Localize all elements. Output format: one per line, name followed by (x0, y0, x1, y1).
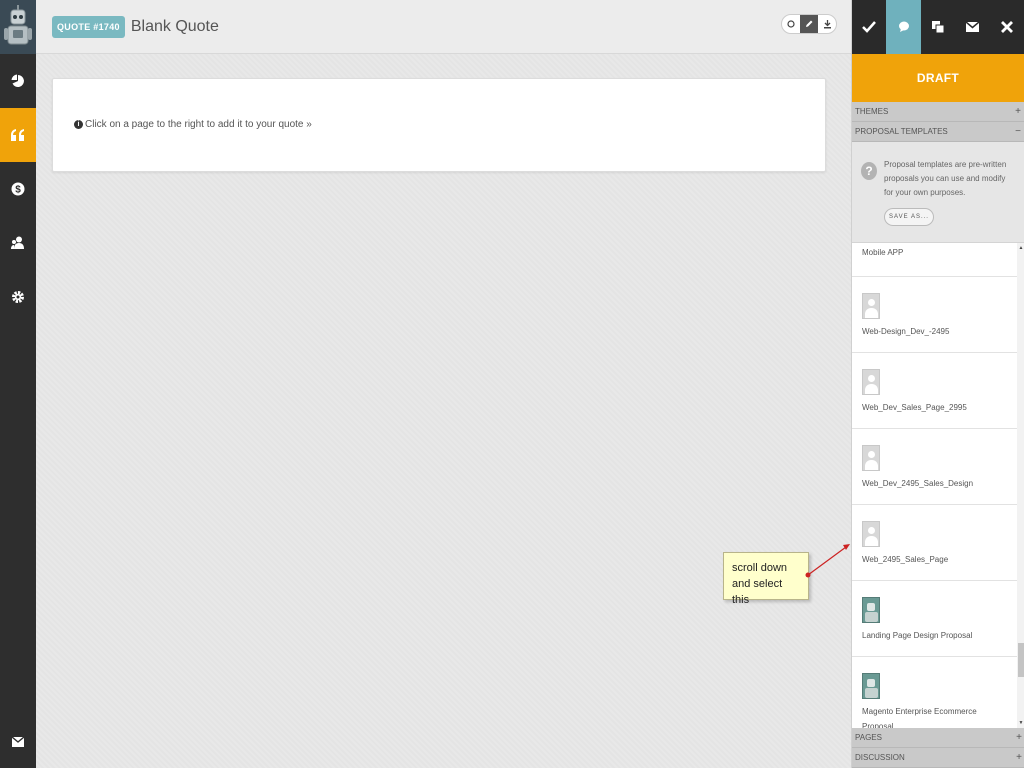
template-list-scrollbar[interactable]: ▲ ▼ (1017, 243, 1024, 728)
check-icon[interactable] (852, 0, 886, 54)
email-icon[interactable] (955, 0, 989, 54)
template-item[interactable]: Web-Design_Dev_-2495 (852, 277, 1024, 353)
template-thumbnail-icon (862, 521, 880, 547)
question-icon: ? (861, 162, 877, 180)
download-icon[interactable] (818, 15, 836, 33)
quote-number-badge: QUOTE #1740 (52, 15, 125, 38)
robot-thumbnail-icon (862, 597, 880, 623)
template-label: Web_Dev_2495_Sales_Design (862, 479, 974, 488)
mail-icon[interactable] (0, 736, 36, 750)
close-icon[interactable] (990, 0, 1024, 54)
templates-description: Proposal templates are pre-written propo… (884, 160, 1007, 197)
robot-logo[interactable] (0, 0, 36, 54)
template-list: Mobile APP Web-Design_Dev_-2495 Web_Dev_… (852, 243, 1024, 728)
pages-section-header[interactable]: PAGES + (852, 728, 1024, 748)
themes-section-header[interactable]: THEMES + (852, 102, 1024, 122)
main-area: QUOTE #1740 Blank Quote i Click on a pag… (36, 0, 851, 768)
discussion-label: DISCUSSION (855, 753, 905, 762)
dashboard-icon[interactable] (0, 54, 36, 108)
save-as-button[interactable]: SAVE AS... (884, 208, 934, 226)
info-icon: i (74, 120, 83, 129)
scroll-up-icon[interactable]: ▲ (1017, 245, 1024, 251)
quotes-icon[interactable] (0, 108, 36, 162)
template-item[interactable]: Web_Dev_Sales_Page_2995 (852, 353, 1024, 429)
quote-header: QUOTE #1740 Blank Quote (36, 0, 851, 54)
hint-text: Click on a page to the right to add it t… (85, 119, 312, 130)
expand-icon[interactable]: + (1016, 752, 1022, 763)
template-item[interactable]: Landing Page Design Proposal (852, 581, 1024, 657)
callout-line-1: scroll down (732, 562, 788, 574)
copy-icon[interactable] (921, 0, 955, 54)
template-thumbnail-icon (862, 445, 880, 471)
quote-title[interactable]: Blank Quote (131, 18, 219, 36)
expand-icon[interactable]: + (1015, 106, 1021, 117)
robot-thumbnail-icon (862, 673, 880, 699)
template-thumbnail-icon (862, 369, 880, 395)
template-label: Web-Design_Dev_-2495 (862, 327, 950, 336)
template-label: Mobile APP (862, 248, 904, 257)
callout-line-2: and select this (732, 578, 783, 606)
template-label: Landing Page Design Proposal (862, 631, 973, 640)
pages-label: PAGES (855, 733, 882, 742)
discussion-section-header[interactable]: DISCUSSION + (852, 748, 1024, 768)
template-label: Web_Dev_Sales_Page_2995 (862, 403, 967, 412)
template-label: Web_2495_Sales_Page (862, 555, 949, 564)
template-item[interactable]: Magento Enterprise Ecommerce Proposal (852, 657, 1024, 728)
dollar-icon[interactable]: $ (0, 162, 36, 216)
scroll-down-icon[interactable]: ▼ (1017, 720, 1024, 726)
clients-icon[interactable] (0, 216, 36, 270)
scrollbar-thumb[interactable] (1018, 643, 1024, 677)
comment-icon[interactable] (886, 0, 921, 54)
template-thumbnail-icon (862, 293, 880, 319)
template-item[interactable]: Mobile APP (852, 243, 1024, 277)
template-item[interactable]: Web_Dev_2495_Sales_Design (852, 429, 1024, 505)
collapse-icon[interactable]: − (1015, 126, 1021, 137)
edit-icon[interactable] (800, 15, 818, 33)
quote-canvas: i Click on a page to the right to add it… (52, 78, 826, 172)
status-badge: DRAFT (852, 54, 1024, 102)
preview-icon[interactable] (782, 15, 800, 33)
action-bar (852, 0, 1024, 54)
templates-label: PROPOSAL TEMPLATES (855, 127, 948, 136)
expand-icon[interactable]: + (1016, 732, 1022, 743)
template-item[interactable]: Web_2495_Sales_Page (852, 505, 1024, 581)
settings-icon[interactable] (0, 270, 36, 324)
templates-section-header[interactable]: PROPOSAL TEMPLATES − (852, 122, 1024, 142)
svg-text:$: $ (15, 185, 21, 196)
templates-info: ? Proposal templates are pre-written pro… (852, 142, 1024, 243)
right-panel: DRAFT THEMES + PROPOSAL TEMPLATES − ? Pr… (851, 0, 1024, 768)
left-navigation: $ (0, 0, 36, 768)
add-page-hint: i Click on a page to the right to add it… (74, 119, 312, 130)
template-label: Magento Enterprise Ecommerce Proposal (862, 707, 977, 728)
instruction-callout: scroll down and select this (723, 552, 809, 606)
themes-label: THEMES (855, 107, 889, 116)
view-toolbar (781, 14, 837, 34)
